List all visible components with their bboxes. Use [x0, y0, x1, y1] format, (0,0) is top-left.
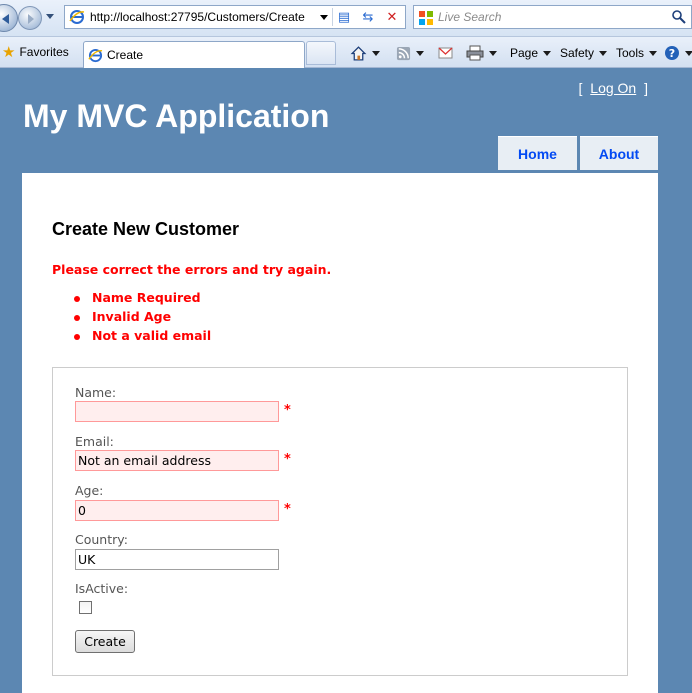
- stop-icon[interactable]: ✕: [383, 9, 401, 27]
- url-dropdown[interactable]: [320, 15, 328, 20]
- main-content: Create New Customer Please correct the e…: [22, 173, 658, 693]
- email-input[interactable]: [75, 450, 279, 471]
- chevron-down-icon: [416, 50, 424, 56]
- mail-toolbar-button[interactable]: [438, 42, 454, 64]
- name-label: Name:: [75, 385, 117, 400]
- favorites-star-icon: ★: [2, 44, 16, 61]
- customer-fieldset: Name: * Email: * Age: * Country: IsActiv…: [52, 367, 628, 676]
- help-icon: ?: [665, 46, 679, 60]
- ie-page-icon: [69, 10, 85, 24]
- back-button[interactable]: [0, 4, 18, 32]
- compatibility-view-icon[interactable]: ▤: [335, 9, 353, 27]
- chevron-down-icon: [543, 50, 552, 56]
- country-input[interactable]: [75, 549, 279, 570]
- site-title: My MVC Application: [23, 98, 330, 134]
- name-input[interactable]: [75, 401, 279, 422]
- forward-button[interactable]: [18, 6, 42, 30]
- search-placeholder: Live Search: [438, 10, 502, 24]
- page-heading: Create New Customer: [52, 219, 240, 239]
- favorites-label: Favorites: [19, 45, 69, 59]
- printer-icon: [466, 45, 484, 61]
- browser-tab[interactable]: Create: [83, 41, 305, 68]
- search-icon[interactable]: [671, 9, 687, 25]
- rss-feed-icon: [396, 46, 411, 60]
- browser-address-bar: http://localhost:27795/Customers/Create …: [0, 0, 692, 37]
- safety-menu-label: Safety: [560, 46, 595, 60]
- validation-summary: Please correct the errors and try again.: [52, 262, 332, 277]
- mail-icon: [438, 47, 453, 59]
- validation-error: Not a valid email: [74, 328, 211, 347]
- log-on-link[interactable]: Log On: [590, 80, 636, 96]
- refresh-icon[interactable]: ⇆: [359, 9, 377, 27]
- safety-menu-button[interactable]: Safety: [560, 42, 608, 64]
- help-menu-button[interactable]: ?: [664, 42, 692, 64]
- country-label: Country:: [75, 532, 128, 547]
- age-input[interactable]: [75, 500, 279, 521]
- url-text: http://localhost:27795/Customers/Create: [90, 10, 305, 24]
- chevron-down-icon: [649, 50, 658, 56]
- page-menu-label: Page: [510, 46, 539, 60]
- search-box[interactable]: Live Search: [413, 5, 692, 29]
- print-toolbar-button[interactable]: [466, 42, 497, 64]
- new-tab-button[interactable]: [306, 41, 336, 65]
- svg-text:?: ?: [669, 47, 675, 60]
- name-required-marker: *: [284, 403, 291, 418]
- isactive-label: IsActive:: [75, 581, 129, 596]
- home-toolbar-button[interactable]: [350, 42, 380, 64]
- page-menu-button[interactable]: Page: [510, 42, 552, 64]
- live-search-logo-icon: [419, 11, 433, 25]
- login-bracket-open: [: [578, 80, 583, 96]
- chevron-down-icon: [685, 50, 692, 56]
- tools-menu-button[interactable]: Tools: [616, 42, 658, 64]
- email-label: Email:: [75, 434, 114, 449]
- email-required-marker: *: [284, 452, 291, 467]
- age-label: Age:: [75, 483, 104, 498]
- chevron-down-icon: [489, 50, 497, 56]
- age-required-marker: *: [284, 502, 291, 517]
- chevron-down-icon: [599, 50, 608, 56]
- tab-title: Create: [107, 48, 144, 62]
- validation-error: Invalid Age: [74, 309, 211, 328]
- validation-errors-list: Name Required Invalid Age Not a valid em…: [74, 290, 211, 347]
- menu-home-link[interactable]: Home: [498, 136, 577, 170]
- create-button[interactable]: Create: [75, 630, 135, 653]
- validation-error: Name Required: [74, 290, 211, 309]
- url-field[interactable]: http://localhost:27795/Customers/Create …: [64, 5, 406, 29]
- feeds-toolbar-button[interactable]: [396, 42, 424, 64]
- tools-menu-label: Tools: [616, 46, 645, 60]
- browser-command-bar: ★ Favorites Create Page Safety Tools ?: [0, 37, 692, 68]
- recent-pages-dropdown[interactable]: [46, 14, 54, 19]
- menu-about-link[interactable]: About: [580, 136, 658, 170]
- page-content: [ Log On ] My MVC Application Home About…: [0, 69, 692, 693]
- url-separator: [332, 8, 333, 26]
- chevron-down-icon: [372, 50, 380, 56]
- home-icon: [350, 45, 367, 61]
- login-display: [ Log On ]: [579, 80, 649, 96]
- login-bracket-close: ]: [644, 80, 648, 96]
- ie-tab-icon: [88, 48, 103, 62]
- isactive-checkbox[interactable]: [79, 601, 92, 614]
- favorites-button[interactable]: ★ Favorites: [0, 41, 75, 63]
